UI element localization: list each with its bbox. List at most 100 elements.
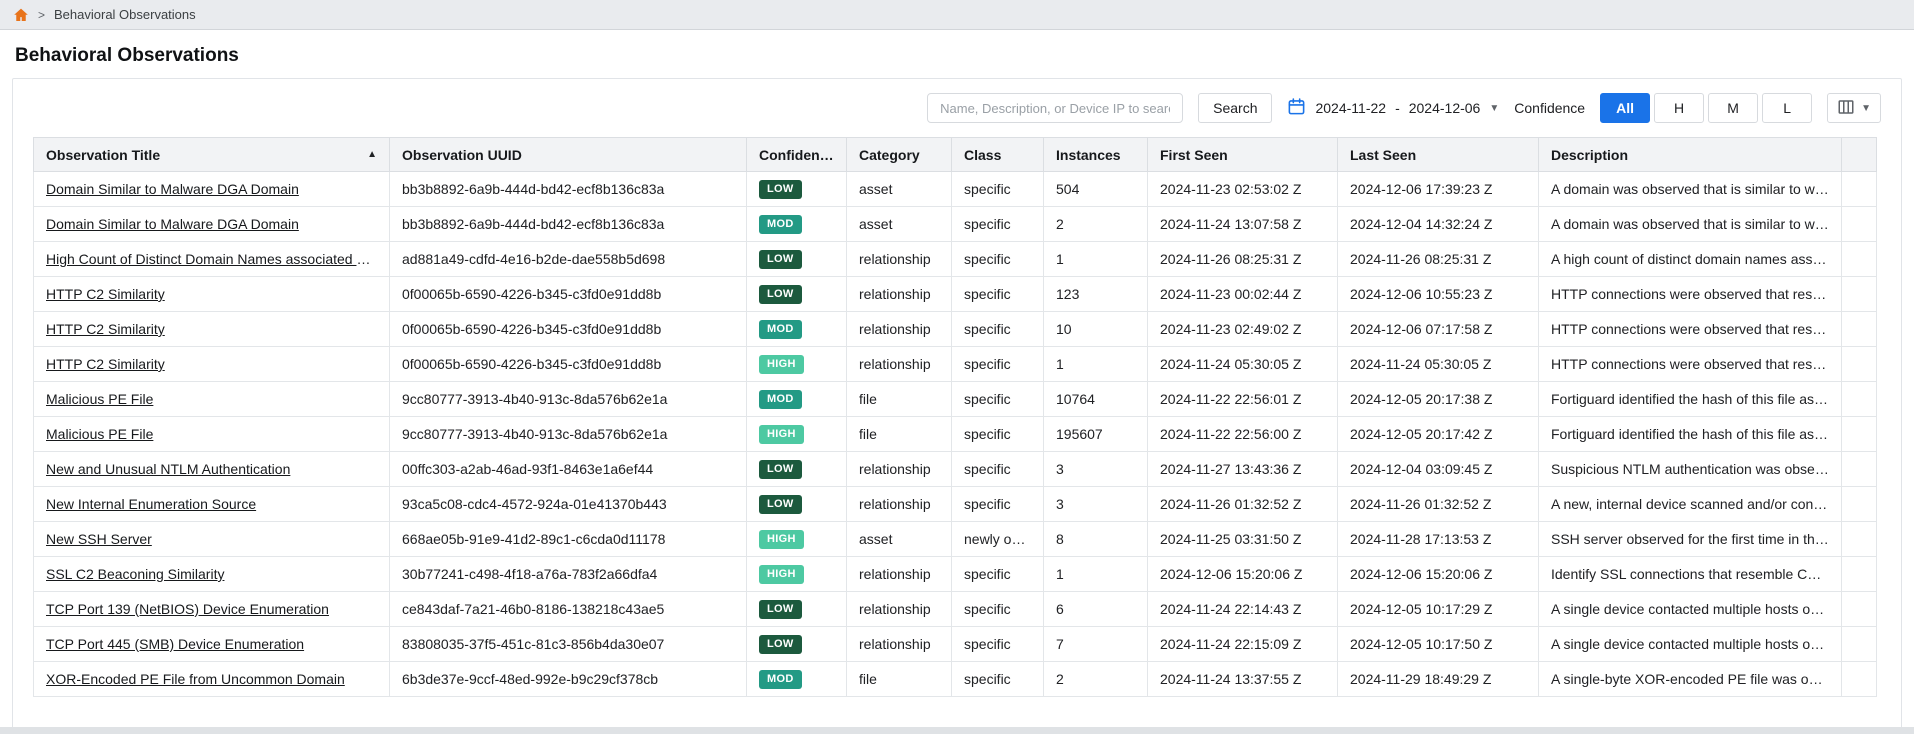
table-row: New Internal Enumeration Source93ca5c08-… <box>34 487 1877 522</box>
column-header-description[interactable]: Description <box>1539 138 1842 172</box>
confidence-badge: HIGH <box>759 355 804 373</box>
confidence-filter-low[interactable]: L <box>1762 93 1812 123</box>
breadcrumb: > Behavioral Observations <box>0 0 1914 30</box>
observation-title-cell: Malicious PE File <box>34 382 390 417</box>
first-seen-cell: 2024-11-25 03:31:50 Z <box>1148 522 1338 557</box>
confidence-filter-all[interactable]: All <box>1600 93 1650 123</box>
columns-icon <box>1837 98 1855 119</box>
column-header-observation-uuid[interactable]: Observation UUID <box>390 138 747 172</box>
first-seen-cell: 2024-11-27 13:43:36 Z <box>1148 452 1338 487</box>
observation-title-link[interactable]: New Internal Enumeration Source <box>46 496 256 512</box>
observation-title-link[interactable]: High Count of Distinct Domain Names asso… <box>46 251 390 267</box>
observation-title-link[interactable]: HTTP C2 Similarity <box>46 286 165 302</box>
observation-title-cell: HTTP C2 Similarity <box>34 312 390 347</box>
instances-cell: 1 <box>1044 347 1148 382</box>
confidence-filter-medium[interactable]: M <box>1708 93 1758 123</box>
observation-title-cell: Domain Similar to Malware DGA Domain <box>34 172 390 207</box>
confidence-cell: HIGH <box>747 522 847 557</box>
spacer-cell <box>1842 207 1877 242</box>
observation-uuid-cell: 83808035-37f5-451c-81c3-856b4da30e07 <box>390 627 747 662</box>
sort-ascending-icon: ▲ <box>367 149 377 160</box>
class-cell: specific <box>952 277 1044 312</box>
confidence-filter-label: Confidence <box>1514 100 1585 116</box>
search-input[interactable] <box>927 93 1183 123</box>
confidence-badge: MOD <box>759 670 802 688</box>
breadcrumb-current: Behavioral Observations <box>54 7 196 22</box>
description-cell: A domain was observed that is similar to… <box>1539 172 1842 207</box>
category-cell: relationship <box>847 242 952 277</box>
spacer-cell <box>1842 452 1877 487</box>
horizontal-scrollbar[interactable] <box>0 727 1914 734</box>
observation-title-cell: High Count of Distinct Domain Names asso… <box>34 242 390 277</box>
observation-title-link[interactable]: SSL C2 Beaconing Similarity <box>46 566 224 582</box>
column-header-last-seen[interactable]: Last Seen <box>1338 138 1539 172</box>
observation-title-link[interactable]: Domain Similar to Malware DGA Domain <box>46 216 299 232</box>
table-row: Domain Similar to Malware DGA Domainbb3b… <box>34 172 1877 207</box>
spacer-cell <box>1842 382 1877 417</box>
table-row: SSL C2 Beaconing Similarity 30b77241-c498… <box>34 557 1877 592</box>
home-icon[interactable] <box>13 7 29 23</box>
confidence-cell: MOD <box>747 207 847 242</box>
observation-title-link[interactable]: HTTP C2 Similarity <box>46 356 165 372</box>
category-cell: relationship <box>847 487 952 522</box>
spacer-cell <box>1842 242 1877 277</box>
confidence-badge: LOW <box>759 635 802 653</box>
confidence-cell: MOD <box>747 662 847 697</box>
confidence-filter-high[interactable]: H <box>1654 93 1704 123</box>
observation-title-link[interactable]: Malicious PE File <box>46 391 153 407</box>
observation-title-link[interactable]: Malicious PE File <box>46 426 153 442</box>
confidence-cell: HIGH <box>747 347 847 382</box>
column-header-instances[interactable]: Instances <box>1044 138 1148 172</box>
spacer-cell <box>1842 347 1877 382</box>
class-cell: specific <box>952 452 1044 487</box>
observation-title-link[interactable]: TCP Port 445 (SMB) Device Enumeration <box>46 636 304 652</box>
spacer-cell <box>1842 627 1877 662</box>
search-button[interactable]: Search <box>1198 93 1272 123</box>
description-cell: A single device contacted multiple hosts… <box>1539 592 1842 627</box>
instances-cell: 1 <box>1044 557 1148 592</box>
first-seen-cell: 2024-11-24 05:30:05 Z <box>1148 347 1338 382</box>
confidence-badge: MOD <box>759 390 802 408</box>
observation-title-cell: New SSH Server <box>34 522 390 557</box>
observations-tbody: Domain Similar to Malware DGA Domainbb3b… <box>34 172 1877 697</box>
table-toolbar: Search 2024-11-22 - 2024-12-06 ▼ Confide… <box>33 93 1881 123</box>
first-seen-cell: 2024-11-26 01:32:52 Z <box>1148 487 1338 522</box>
class-cell: newly obser... <box>952 522 1044 557</box>
last-seen-cell: 2024-12-05 10:17:50 Z <box>1338 627 1539 662</box>
instances-cell: 2 <box>1044 207 1148 242</box>
confidence-cell: HIGH <box>747 557 847 592</box>
spacer-cell <box>1842 522 1877 557</box>
column-header-observation-title[interactable]: Observation Title ▲ <box>34 138 390 172</box>
column-header-category[interactable]: Category <box>847 138 952 172</box>
category-cell: asset <box>847 172 952 207</box>
observation-uuid-cell: ce843daf-7a21-46b0-8186-138218c43ae5 <box>390 592 747 627</box>
observation-title-link[interactable]: TCP Port 139 (NetBIOS) Device Enumeratio… <box>46 601 329 617</box>
last-seen-cell: 2024-11-29 18:49:29 Z <box>1338 662 1539 697</box>
description-cell: A new, internal device scanned and/or co… <box>1539 487 1842 522</box>
observation-title-link[interactable]: Domain Similar to Malware DGA Domain <box>46 181 299 197</box>
last-seen-cell: 2024-11-26 08:25:31 Z <box>1338 242 1539 277</box>
column-header-first-seen[interactable]: First Seen <box>1148 138 1338 172</box>
class-cell: specific <box>952 592 1044 627</box>
observation-title-link[interactable]: XOR-Encoded PE File from Uncommon Domain <box>46 671 345 687</box>
category-cell: file <box>847 382 952 417</box>
column-header-confidence[interactable]: Confidence <box>747 138 847 172</box>
observation-title-link[interactable]: New and Unusual NTLM Authentication <box>46 461 290 477</box>
table-row: HTTP C2 Similarity0f00065b-6590-4226-b34… <box>34 277 1877 312</box>
date-range-picker[interactable]: 2024-11-22 - 2024-12-06 ▼ <box>1287 97 1499 119</box>
column-header-class[interactable]: Class <box>952 138 1044 172</box>
confidence-badge: LOW <box>759 250 802 268</box>
observation-title-link[interactable]: New SSH Server <box>46 531 152 547</box>
category-cell: file <box>847 662 952 697</box>
class-cell: specific <box>952 417 1044 452</box>
calendar-icon <box>1287 97 1306 119</box>
observation-title-link[interactable]: HTTP C2 Similarity <box>46 321 165 337</box>
date-range-separator: - <box>1395 100 1400 116</box>
observation-title-cell: HTTP C2 Similarity <box>34 277 390 312</box>
column-picker-button[interactable]: ▼ <box>1827 93 1881 123</box>
observation-uuid-cell: 30b77241-c498-4f18-a76a-783f2a66dfa4 <box>390 557 747 592</box>
description-cell: A single device contacted multiple hosts… <box>1539 627 1842 662</box>
spacer-cell <box>1842 312 1877 347</box>
instances-cell: 195607 <box>1044 417 1148 452</box>
description-cell: A domain was observed that is similar to… <box>1539 207 1842 242</box>
